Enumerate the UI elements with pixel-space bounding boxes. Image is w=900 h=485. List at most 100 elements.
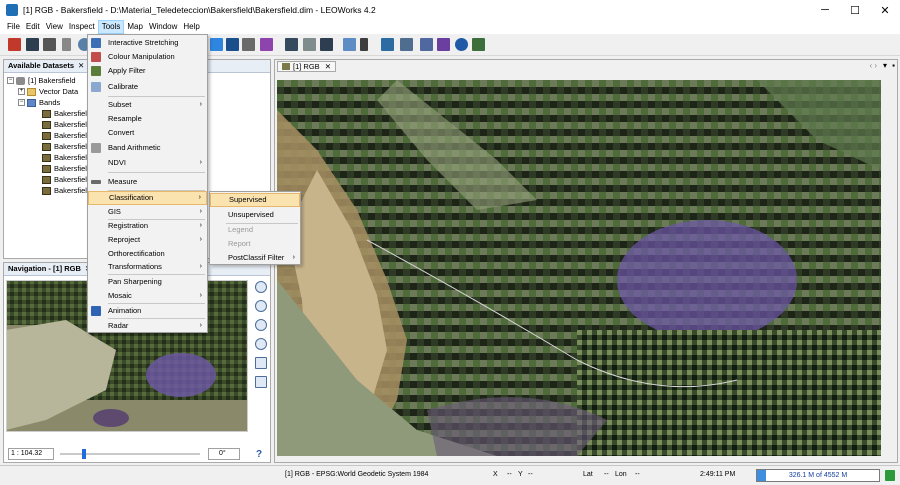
tree-band-item[interactable]: Bakersfield — [42, 130, 91, 141]
band-label: Bakersfield — [54, 120, 92, 129]
menu-item-interactive-stretching[interactable]: Interactive Stretching — [88, 36, 207, 50]
profile-icon[interactable] — [242, 38, 255, 51]
navigation-panel-title: Navigation - [1] RGB — [8, 264, 81, 273]
graph-icon[interactable] — [320, 38, 333, 51]
pixel-info-icon[interactable] — [285, 38, 298, 51]
tree-band-item[interactable]: Bakersfield — [42, 141, 91, 152]
expand-icon[interactable]: + — [18, 88, 25, 95]
menu-window[interactable]: Window — [146, 20, 180, 34]
y-value: -- — [528, 471, 533, 478]
menu-item-subset[interactable]: Subset › — [88, 98, 207, 112]
zoom-all-icon[interactable] — [255, 338, 267, 350]
tree-band-item[interactable]: Bakersfield — [42, 163, 91, 174]
tree-bands-label: Bands — [39, 98, 61, 107]
memory-indicator[interactable]: 326.1 M of 4552 M — [756, 469, 880, 482]
menu-item-label: Resample — [108, 114, 142, 123]
image-view-tab[interactable]: [1] RGB ✕ — [277, 61, 336, 72]
menu-tools[interactable]: Tools — [97, 20, 125, 34]
menu-item-ndvi[interactable]: NDVI › — [88, 156, 207, 170]
open-product-icon[interactable] — [8, 38, 21, 51]
menu-view[interactable]: View — [43, 20, 66, 34]
zoom-pixel-icon[interactable] — [255, 319, 267, 331]
menu-item-colour-manipulation[interactable]: Colour Manipulation — [88, 50, 207, 64]
zoom-out-icon[interactable] — [255, 300, 267, 312]
tree-product-node[interactable]: − [1] Bakersfield — [7, 75, 76, 86]
menu-inspect[interactable]: Inspect — [66, 20, 98, 34]
world-map-icon[interactable] — [472, 38, 485, 51]
menu-item-apply-filter[interactable]: Apply Filter — [88, 64, 207, 78]
band-icon — [42, 109, 51, 118]
scale-field[interactable]: 1 : 104.32 — [8, 448, 54, 460]
menu-item-pan-sharpening[interactable]: Pan Sharpening — [88, 275, 207, 289]
menu-item-orthorectification[interactable]: Orthorectification — [88, 247, 207, 261]
menu-item-reproject[interactable]: Reproject › — [88, 233, 207, 247]
satellite-image-canvas[interactable] — [277, 80, 881, 456]
pin-icon[interactable] — [360, 38, 368, 51]
zoom-slider-thumb[interactable] — [82, 449, 86, 459]
sync-views-icon[interactable] — [255, 357, 267, 369]
layer-icon[interactable] — [303, 38, 316, 51]
menu-edit[interactable]: Edit — [23, 20, 43, 34]
zoom-in-icon[interactable] — [255, 281, 267, 293]
histogram-icon[interactable] — [210, 38, 223, 51]
menu-item-convert[interactable]: Convert — [88, 126, 207, 140]
band-math-icon[interactable] — [420, 38, 433, 51]
collapse-icon[interactable]: − — [7, 77, 14, 84]
tree-band-item[interactable]: Bakersfield — [42, 108, 91, 119]
tab-list-chevron-down-icon[interactable]: ▾ — [883, 61, 887, 70]
menu-item-animation[interactable]: Animation — [88, 304, 207, 318]
menu-item-transformations[interactable]: Transformations › — [88, 260, 207, 274]
menu-item-measure[interactable]: Measure — [88, 175, 207, 189]
range-finder-icon[interactable] — [343, 38, 356, 51]
minimize-button[interactable]: ─ — [810, 0, 840, 20]
x-value: -- — [507, 471, 512, 478]
menu-item-radar[interactable]: Radar › — [88, 319, 207, 333]
mask-icon[interactable] — [400, 38, 413, 51]
menu-map[interactable]: Map — [124, 20, 146, 34]
band-label: Bakersfield — [54, 186, 92, 195]
menu-item-registration[interactable]: Registration › — [88, 219, 207, 233]
image-tab-close-button[interactable]: ✕ — [325, 62, 331, 71]
gcp-icon[interactable] — [381, 38, 394, 51]
menu-item-gis[interactable]: GIS › — [88, 205, 207, 219]
globe-icon[interactable] — [455, 38, 468, 51]
menu-item-postclassif-filter[interactable]: PostClassif Filter › — [210, 251, 300, 265]
maximize-button[interactable]: ☐ — [840, 0, 870, 20]
garbage-collect-icon[interactable] — [885, 470, 895, 481]
menu-item-unsupervised[interactable]: Unsupervised — [210, 208, 300, 222]
scatter-plot-icon[interactable] — [260, 38, 273, 51]
rotation-field[interactable]: 0° — [208, 448, 240, 460]
menu-help[interactable]: Help — [180, 20, 202, 34]
menu-item-mosaic[interactable]: Mosaic › — [88, 289, 207, 303]
sync-cursor-icon[interactable] — [255, 376, 267, 388]
tree-band-item[interactable]: Bakersfield — [42, 152, 91, 163]
help-icon[interactable]: ? — [256, 449, 262, 460]
tab-nav-arrows-icon[interactable]: ‹ › — [869, 61, 877, 70]
datasets-panel-close-button[interactable]: ✕ — [78, 60, 84, 72]
menu-item-calibrate[interactable]: Calibrate — [88, 80, 207, 94]
close-window-button[interactable]: ✕ — [870, 0, 900, 20]
tree-band-item[interactable]: Bakersfield — [42, 185, 91, 196]
spectrum-icon[interactable] — [226, 38, 239, 51]
classification-icon[interactable] — [437, 38, 450, 51]
menu-file[interactable]: File — [4, 20, 23, 34]
lat-label: Lat — [583, 471, 593, 478]
zoom-slider-track[interactable] — [60, 453, 200, 455]
menu-item-classification[interactable]: Classification › — [88, 191, 207, 205]
menu-item-band-arithmetic[interactable]: Band Arithmetic — [88, 141, 207, 155]
collapse-icon[interactable]: − — [18, 99, 25, 106]
tree-vector-node[interactable]: + Vector Data — [18, 86, 78, 97]
app-logo-icon — [6, 4, 18, 16]
menu-item-label: Calibrate — [108, 82, 139, 91]
export-icon[interactable] — [43, 38, 56, 51]
maximize-view-icon[interactable]: ▪ — [892, 61, 895, 70]
save-icon[interactable] — [26, 38, 39, 51]
menu-item-supervised[interactable]: Supervised — [210, 193, 300, 207]
tree-band-item[interactable]: Bakersfield — [42, 119, 91, 130]
tree-band-item[interactable]: Bakersfield — [42, 174, 91, 185]
menu-item-resample[interactable]: Resample — [88, 112, 207, 126]
select-cursor-icon[interactable] — [62, 38, 71, 51]
menu-item-label: Pan Sharpening — [108, 277, 162, 286]
tree-bands-node[interactable]: − Bands — [18, 97, 60, 108]
memory-label: 326.1 M of 4552 M — [788, 472, 848, 479]
